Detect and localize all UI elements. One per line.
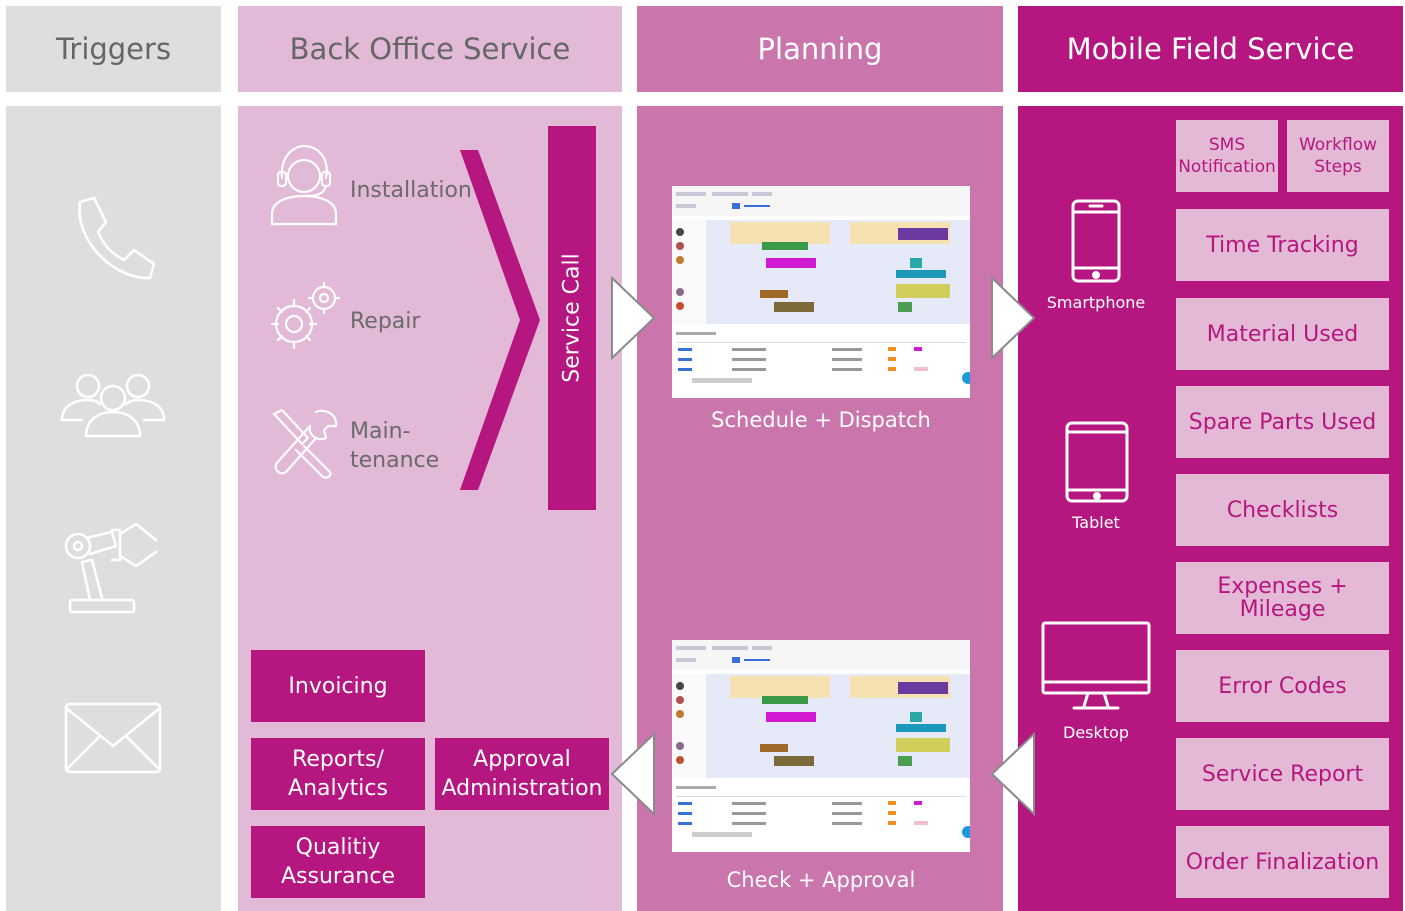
quality-assurance-box: Qualitiy Assurance <box>251 826 425 898</box>
phone-icon <box>66 192 158 284</box>
approval-administration-box: Approval Administration <box>435 738 609 810</box>
desktop-icon <box>1040 620 1152 712</box>
check-approval-screenshot <box>672 640 970 852</box>
invoicing-box: Invoicing <box>251 650 425 722</box>
maintenance-label: Main- tenance <box>350 419 440 473</box>
smartphone-icon <box>1070 198 1122 284</box>
checklists-box: Checklists <box>1176 474 1389 546</box>
repair-label: Repair <box>350 309 421 334</box>
service-report-box: Service Report <box>1176 738 1389 810</box>
tools-icon <box>268 408 342 480</box>
reports-analytics-box: Reports/ Analytics <box>251 738 425 810</box>
error-codes-box: Error Codes <box>1176 650 1389 722</box>
workflow-steps-box: Workflow Steps <box>1287 120 1389 192</box>
spare-parts-used-box: Spare Parts Used <box>1176 386 1389 458</box>
tablet-label: Tablet <box>1072 513 1120 532</box>
gears-icon <box>268 280 342 352</box>
header-planning: Planning <box>637 6 1003 92</box>
smartphone-label: Smartphone <box>1046 293 1146 312</box>
sms-notification-box: SMS Notification <box>1176 120 1278 192</box>
time-tracking-box: Time Tracking <box>1176 209 1389 281</box>
header-back-office: Back Office Service <box>238 6 622 92</box>
chevron-right-icon <box>460 150 540 490</box>
material-used-box: Material Used <box>1176 298 1389 370</box>
arrow-right-icon <box>990 276 1036 360</box>
headset-person-icon <box>268 142 340 226</box>
arrow-left-icon <box>610 732 656 816</box>
people-icon <box>58 370 168 438</box>
desktop-label: Desktop <box>1063 723 1129 742</box>
service-call-label: Service Call <box>559 253 585 383</box>
installation-label: Installation <box>350 178 472 203</box>
check-approval-caption: Check + Approval <box>726 868 916 892</box>
expenses-mileage-box: Expenses + Mileage <box>1176 562 1389 634</box>
arrow-left-icon <box>990 732 1036 816</box>
arrow-right-icon <box>610 276 656 360</box>
header-triggers: Triggers <box>6 6 221 92</box>
robot-arm-icon <box>60 520 164 616</box>
service-call-box: Service Call <box>548 126 596 510</box>
tablet-icon <box>1064 420 1130 504</box>
envelope-icon <box>64 702 162 774</box>
header-mobile-field-service: Mobile Field Service <box>1018 6 1403 92</box>
order-finalization-box: Order Finalization <box>1176 826 1389 898</box>
schedule-dispatch-screenshot <box>672 186 970 398</box>
schedule-dispatch-caption: Schedule + Dispatch <box>711 408 931 432</box>
